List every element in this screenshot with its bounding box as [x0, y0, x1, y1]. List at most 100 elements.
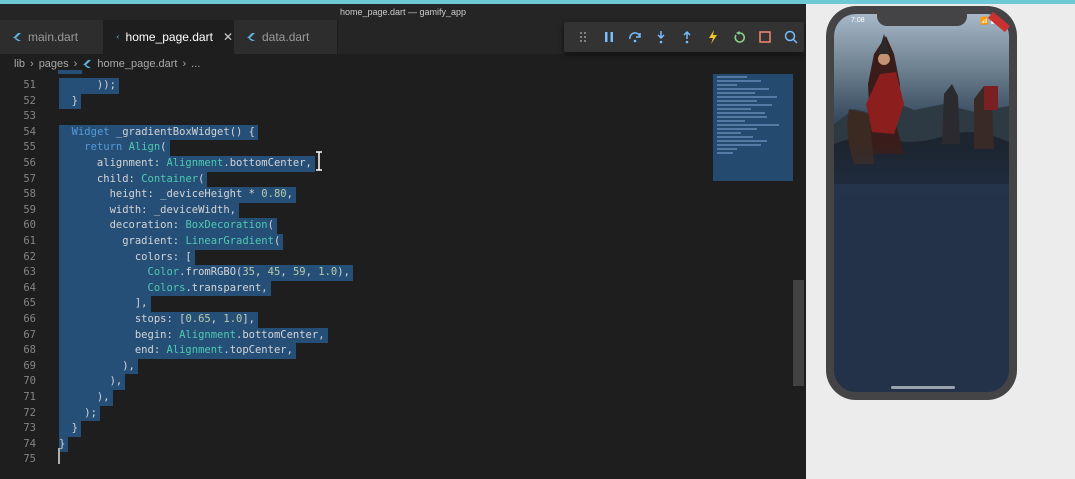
code-line[interactable]: 54 Widget _gradientBoxWidget() {	[0, 124, 712, 141]
code-line[interactable]: 74}	[0, 436, 712, 453]
code-text: return Align(	[59, 140, 170, 156]
flutter-file-icon	[247, 33, 255, 41]
line-number: 59	[23, 203, 36, 216]
code-line[interactable]: 62 colors: [	[0, 249, 712, 266]
breadcrumb-item[interactable]: ...	[191, 58, 200, 70]
line-number: 73	[23, 422, 36, 435]
vertical-scrollbar[interactable]	[793, 280, 804, 386]
code-text: ),	[59, 374, 126, 390]
line-number: 55	[23, 141, 36, 154]
code-text: }	[59, 436, 69, 453]
line-number: 56	[23, 157, 36, 169]
code-line[interactable]: 69 ),	[0, 358, 712, 375]
code-text: ));	[59, 78, 119, 94]
code-text: gradient: LinearGradient(	[59, 234, 284, 250]
code-text: begin: Alignment.bottomCenter,	[59, 327, 328, 344]
line-number: 64	[23, 281, 36, 294]
line-number: 53	[23, 110, 36, 123]
code-line[interactable]: 64 Colors.transparent,	[0, 280, 712, 297]
tab-home-page-dart[interactable]: home_page.dart ✕	[104, 20, 234, 54]
line-number: 57	[23, 172, 36, 185]
ibeam-cursor-icon	[316, 151, 322, 171]
step-into-icon[interactable]	[648, 22, 674, 52]
code-line[interactable]: 73 }	[0, 421, 712, 437]
code-line[interactable]: 66 stops: [0.65, 1.0],	[0, 312, 712, 328]
debug-toolbar	[564, 22, 804, 52]
pause-icon[interactable]	[596, 22, 622, 52]
code-line[interactable]: 58 height: _deviceHeight * 0.80,	[0, 187, 712, 203]
tab-data-dart[interactable]: data.dart	[234, 20, 338, 54]
line-number: 51	[23, 79, 36, 91]
code-text: height: _deviceHeight * 0.80,	[59, 187, 296, 203]
code-text: Widget _gradientBoxWidget() {	[59, 124, 258, 141]
code-text: alignment: Alignment.bottomCenter,	[59, 156, 315, 172]
chevron-right-icon: ›	[73, 58, 78, 70]
tab-main-dart[interactable]: main.dart	[0, 20, 104, 54]
code-text: }	[59, 421, 81, 437]
code-line[interactable]: 59 width: _deviceWidth,	[0, 202, 712, 219]
step-over-icon[interactable]	[622, 22, 648, 52]
minimap[interactable]	[713, 74, 793, 181]
breadcrumb-item[interactable]: pages	[39, 58, 69, 70]
code-text: ],	[59, 296, 151, 312]
selection-highlight	[58, 70, 82, 74]
code-line[interactable]: 60 decoration: BoxDecoration(	[0, 218, 712, 234]
code-editor: home_page.dart — gamify_app main.dart ho…	[0, 4, 806, 479]
code-line[interactable]: 67 begin: Alignment.bottomCenter,	[0, 327, 712, 344]
code-text: );	[59, 405, 100, 422]
close-icon[interactable]: ✕	[223, 30, 233, 44]
line-number: 54	[23, 125, 36, 138]
code-line[interactable]: 65 ],	[0, 296, 712, 312]
flutter-file-icon	[13, 33, 21, 41]
phone-notch	[877, 14, 967, 26]
code-line[interactable]: 51 ));	[0, 78, 712, 94]
chevron-right-icon: ›	[30, 58, 34, 70]
code-line[interactable]: 56 alignment: Alignment.bottomCenter,	[0, 156, 712, 172]
hero-game-image	[834, 14, 1009, 392]
code-line[interactable]: 68 end: Alignment.topCenter,	[0, 343, 712, 359]
code-text: end: Alignment.topCenter,	[59, 343, 296, 359]
line-number: 68	[23, 344, 36, 357]
code-line[interactable]: 72 );	[0, 405, 712, 422]
window-title: home_page.dart — gamify_app	[0, 4, 806, 20]
app-screen[interactable]	[834, 14, 1009, 392]
code-text: ),	[59, 358, 138, 375]
line-number: 52	[23, 94, 36, 107]
status-time: 7:08	[851, 17, 865, 24]
breadcrumb-item[interactable]: home_page.dart	[97, 58, 177, 70]
line-number: 58	[23, 188, 36, 201]
tab-label: main.dart	[28, 30, 79, 44]
code-text: child: Container(	[59, 171, 208, 188]
code-line[interactable]: 71 ),	[0, 390, 712, 406]
inspect-widget-icon[interactable]	[778, 22, 804, 52]
code-line[interactable]: 61 gradient: LinearGradient(	[0, 234, 712, 250]
code-line[interactable]: 63 Color.fromRGBO(35, 45, 59, 1.0),	[0, 265, 712, 281]
code-text: Color.fromRGBO(35, 45, 59, 1.0),	[59, 265, 353, 281]
code-text: Colors.transparent,	[59, 280, 271, 297]
code-line[interactable]: 52 }	[0, 93, 712, 110]
hot-restart-icon[interactable]	[726, 22, 752, 52]
step-out-icon[interactable]	[674, 22, 700, 52]
breadcrumb-item[interactable]: lib	[14, 58, 25, 70]
line-number: 74	[23, 437, 36, 450]
chevron-right-icon: ›	[182, 58, 187, 70]
stop-icon[interactable]	[752, 22, 778, 52]
line-number: 69	[23, 359, 36, 372]
code-line[interactable]: 53	[0, 109, 712, 125]
code-line[interactable]: 70 ),	[0, 374, 712, 390]
code-line[interactable]: 75	[0, 452, 712, 468]
line-number: 72	[23, 406, 36, 419]
line-number: 71	[23, 391, 36, 403]
drag-handle-icon[interactable]	[570, 22, 596, 52]
code-area[interactable]: 51 )); 52 } 53 54 Widget _gradientBoxWidget…	[0, 70, 712, 475]
home-indicator[interactable]	[891, 386, 955, 389]
code-text: colors: [	[59, 249, 195, 266]
line-number: 61	[23, 235, 36, 247]
line-number: 62	[23, 250, 36, 263]
code-line[interactable]: 55 return Align(	[0, 140, 712, 156]
code-text: }	[59, 93, 81, 110]
code-line[interactable]: 57 child: Container(	[0, 171, 712, 188]
code-text: decoration: BoxDecoration(	[59, 218, 277, 234]
hot-reload-icon[interactable]	[700, 22, 726, 52]
line-number: 70	[23, 375, 36, 388]
